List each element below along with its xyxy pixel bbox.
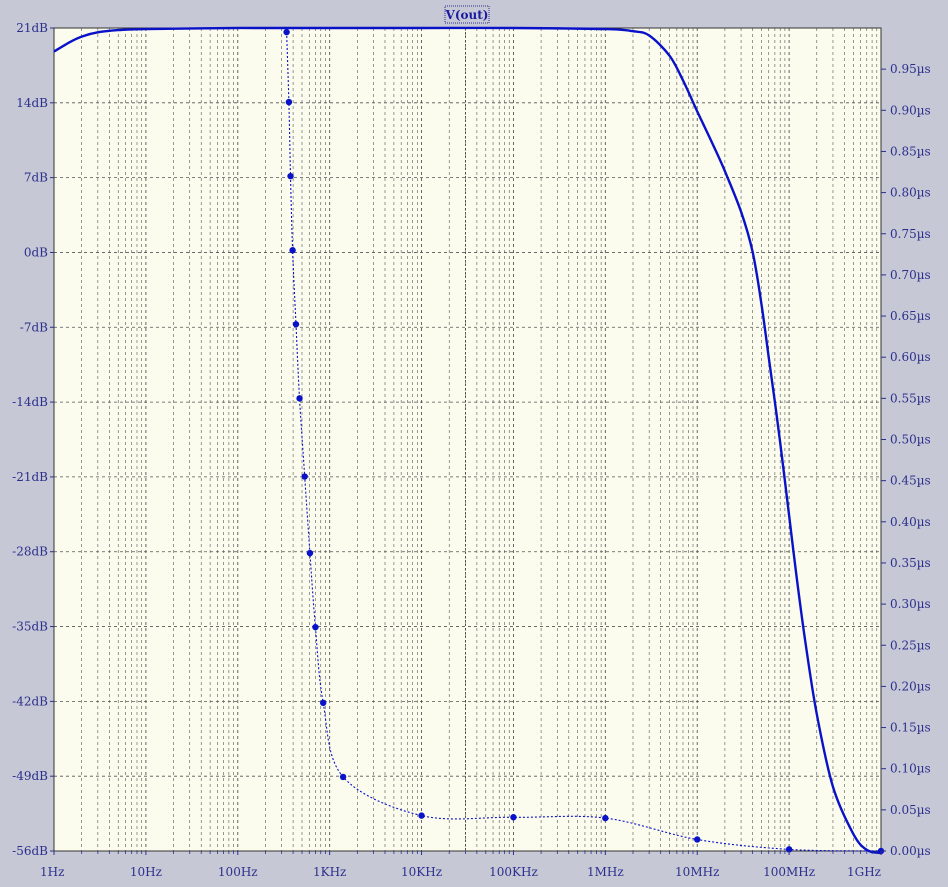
group-delay-point[interactable] <box>312 623 319 631</box>
y-left-tick-label: -28dB <box>12 545 48 559</box>
y-left-tick-label: -14dB <box>12 395 48 409</box>
x-tick-label: 100KHz <box>489 865 538 879</box>
y-right-tick-label: 0.25µs <box>890 638 931 652</box>
plot-area <box>54 28 881 851</box>
y-left-tick-label: 21dB <box>16 21 48 35</box>
y-left-tick-label: 0dB <box>24 245 48 259</box>
y-left-tick-label: -49dB <box>12 769 48 783</box>
plot-background <box>54 28 881 851</box>
x-tick-label: 100Hz <box>218 865 258 879</box>
group-delay-point[interactable] <box>292 321 300 328</box>
bode-plot: 21dB 14dB 7dB 0dB -7dB -14dB -21dB -28dB -35dB -4… <box>12 5 931 879</box>
y-right-tick-label: 0.15µs <box>890 721 931 735</box>
y-right-tick-label: 0.10µs <box>890 762 931 776</box>
y-left-tick-label: -56dB <box>12 844 48 858</box>
x-tick-label: 1KHz <box>313 865 346 879</box>
x-tick-label: 10Hz <box>130 865 162 879</box>
group-delay-point[interactable] <box>510 814 517 821</box>
y-right-tick-label: 0.90µs <box>890 103 931 117</box>
group-delay-point[interactable] <box>306 549 314 557</box>
y-right-tick-label: 0.50µs <box>890 433 931 447</box>
group-delay-point[interactable] <box>285 98 293 106</box>
y-right-tick-label: 0.85µs <box>890 144 931 158</box>
x-tick-label: 100MHz <box>763 865 815 879</box>
y-right-tick-label: 0.80µs <box>890 186 931 200</box>
group-delay-point[interactable] <box>694 836 701 843</box>
y-left-tick-label: -42dB <box>12 694 48 708</box>
group-delay-point[interactable] <box>296 395 303 402</box>
x-tick-label: 1GHz <box>847 865 881 879</box>
y-left-tick-label: 7dB <box>24 171 48 185</box>
y-right-tick-label: 0.55µs <box>890 391 931 405</box>
group-delay-point[interactable] <box>283 28 290 36</box>
y-left-tick-label: -35dB <box>12 620 48 634</box>
y-left-tick-label: -21dB <box>12 470 48 484</box>
y-right-tick-label: 0.30µs <box>890 597 931 611</box>
group-delay-point[interactable] <box>289 247 296 254</box>
y-right-tick-label: 0.45µs <box>890 474 931 488</box>
group-delay-point[interactable] <box>418 812 425 819</box>
group-delay-point[interactable] <box>319 699 327 707</box>
title-group[interactable]: V(out) <box>444 5 490 24</box>
x-tick-label: 10MHz <box>675 865 719 879</box>
chart-title[interactable]: V(out) <box>445 8 489 22</box>
y-right-tick-label: 0.40µs <box>890 515 931 529</box>
y-right-tick-label: 0.00µs <box>890 844 931 858</box>
y-right-tick-label: 0.60µs <box>890 350 931 364</box>
group-delay-point[interactable] <box>301 473 308 480</box>
y-right-tick-label: 0.65µs <box>890 309 931 323</box>
y-left-tick-label: 14dB <box>16 96 48 110</box>
x-tick-label: 10KHz <box>401 865 442 879</box>
x-tick-label: 1Hz <box>40 865 64 879</box>
y-left-tick-label: -7dB <box>20 320 48 334</box>
x-tick-label: 1MHz <box>587 865 624 879</box>
y-right-tick-label: 0.95µs <box>890 62 931 76</box>
y-right-tick-label: 0.75µs <box>890 227 931 241</box>
y-right-tick-label: 0.20µs <box>890 679 931 693</box>
group-delay-point[interactable] <box>339 773 347 781</box>
y-right-tick-label: 0.35µs <box>890 556 931 570</box>
y-right-tick-label: 0.05µs <box>890 803 931 817</box>
group-delay-point[interactable] <box>602 814 609 822</box>
group-delay-point[interactable] <box>287 172 294 180</box>
y-right-tick-label: 0.70µs <box>890 268 931 282</box>
